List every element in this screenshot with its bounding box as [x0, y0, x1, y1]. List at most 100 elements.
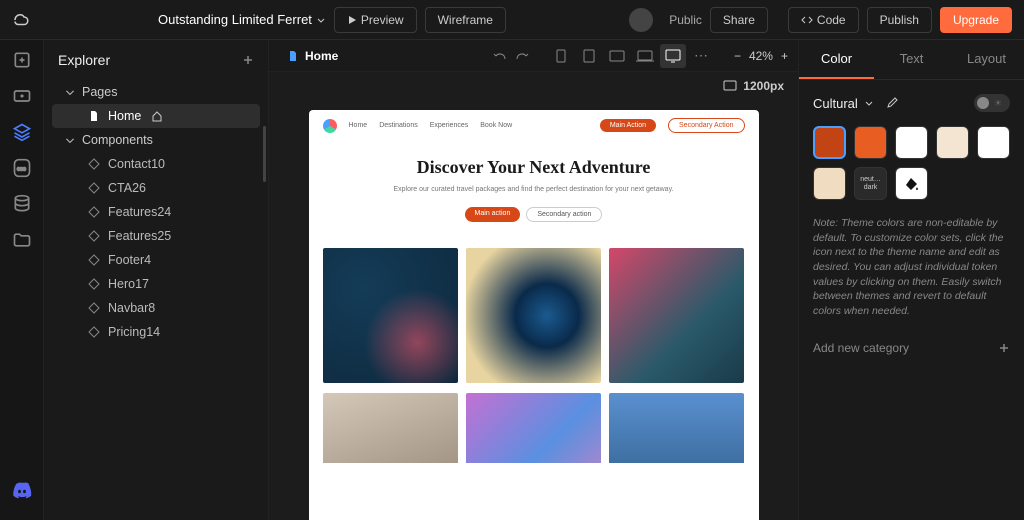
- page-icon: [88, 110, 100, 122]
- code-button[interactable]: Code: [788, 7, 859, 33]
- tab-layout[interactable]: Layout: [949, 40, 1024, 79]
- nav-link: Destinations: [379, 122, 418, 129]
- component-item[interactable]: CTA26: [44, 176, 268, 200]
- nav-link: Experiences: [430, 122, 469, 129]
- component-label: Hero17: [108, 277, 149, 291]
- tab-text[interactable]: Text: [874, 40, 949, 79]
- color-swatch[interactable]: [813, 126, 846, 159]
- theme-name-label: Cultural: [813, 96, 858, 111]
- zoom-controls: − 42% +: [734, 49, 788, 63]
- gallery-tile: [466, 248, 601, 383]
- light-mode-icon: ☀: [992, 97, 1004, 109]
- color-swatch[interactable]: [813, 167, 846, 200]
- light-dark-toggle[interactable]: ☀: [974, 94, 1010, 112]
- plus-icon: [998, 342, 1010, 354]
- theme-selector[interactable]: Cultural: [813, 96, 898, 111]
- color-swatch[interactable]: [977, 126, 1010, 159]
- avatar[interactable]: [629, 8, 653, 32]
- code-button-label: Code: [817, 13, 846, 27]
- folder-icon[interactable]: [12, 230, 32, 250]
- component-item[interactable]: Features25: [44, 224, 268, 248]
- zoom-in[interactable]: +: [781, 49, 788, 63]
- project-name-dropdown[interactable]: Outstanding Limited Ferret: [158, 12, 326, 27]
- discord-icon[interactable]: [11, 480, 33, 502]
- color-swatch[interactable]: [936, 126, 969, 159]
- component-item[interactable]: Hero17: [44, 272, 268, 296]
- share-button[interactable]: Share: [710, 7, 768, 33]
- nav-link: Home: [349, 122, 368, 129]
- theme-note: Note: Theme colors are non-editable by d…: [799, 204, 1024, 331]
- website-preview[interactable]: Home Destinations Experiences Book Now M…: [309, 110, 759, 520]
- preview-button-label: Preview: [361, 13, 404, 27]
- preview-button[interactable]: Preview: [334, 7, 417, 33]
- component-item[interactable]: Pricing14: [44, 320, 268, 344]
- scrollbar[interactable]: [263, 126, 266, 182]
- component-item[interactable]: Contact10: [44, 152, 268, 176]
- redo-icon[interactable]: [516, 49, 530, 63]
- add-icon[interactable]: [242, 54, 254, 66]
- tab-color[interactable]: Color: [799, 40, 874, 79]
- swatch-label: neut…: [860, 176, 881, 184]
- component-label: Contact10: [108, 157, 165, 171]
- device-more[interactable]: ⋯: [688, 44, 714, 68]
- page-item-home[interactable]: Home: [52, 104, 260, 128]
- home-icon: [151, 110, 163, 122]
- database-icon[interactable]: [12, 194, 32, 214]
- add-section-icon[interactable]: [12, 86, 32, 106]
- diamond-icon: [88, 158, 100, 170]
- neutral-dark-swatch[interactable]: neut… dark: [854, 167, 887, 200]
- color-swatch[interactable]: [895, 126, 928, 159]
- device-laptop[interactable]: [632, 44, 658, 68]
- pages-group[interactable]: Pages: [44, 80, 268, 104]
- zoom-out[interactable]: −: [734, 49, 741, 63]
- components-group[interactable]: Components: [44, 128, 268, 152]
- device-tablet-landscape[interactable]: [604, 44, 630, 68]
- project-name-label: Outstanding Limited Ferret: [158, 12, 312, 27]
- hero-main-btn: Main action: [465, 207, 521, 222]
- pencil-icon[interactable]: [886, 97, 898, 109]
- diamond-icon: [88, 326, 100, 338]
- hero-sub: Explore our curated travel packages and …: [339, 186, 729, 193]
- preview-main-action: Main Action: [600, 119, 656, 132]
- gallery-tile: [323, 248, 458, 383]
- diamond-icon: [88, 278, 100, 290]
- nav-link: Book Now: [480, 122, 512, 129]
- preview-gallery: [309, 238, 759, 383]
- gallery-tile: [466, 393, 601, 463]
- component-item[interactable]: Features24: [44, 200, 268, 224]
- hero-headline: Discover Your Next Adventure: [339, 157, 729, 178]
- svg-text:css: css: [17, 167, 26, 173]
- canvas-tab[interactable]: Home: [279, 45, 346, 67]
- component-label: Features24: [108, 205, 171, 219]
- zoom-value: 42%: [749, 49, 773, 63]
- explorer-panel: Explorer Pages Home Components Contact10…: [44, 40, 269, 520]
- component-label: Pricing14: [108, 325, 160, 339]
- play-icon: [347, 15, 357, 25]
- device-desktop[interactable]: [660, 44, 686, 68]
- right-panel: Color Text Layout Cultural ☀ neut…: [798, 40, 1024, 520]
- component-item[interactable]: Footer4: [44, 248, 268, 272]
- undo-icon[interactable]: [492, 49, 506, 63]
- pages-group-label: Pages: [82, 85, 117, 99]
- color-swatch[interactable]: [854, 126, 887, 159]
- layers-icon[interactable]: [12, 122, 32, 142]
- wireframe-button[interactable]: Wireframe: [425, 7, 506, 33]
- explorer-tree: Pages Home Components Contact10 CTA26 Fe…: [44, 80, 268, 520]
- component-item[interactable]: Navbar8: [44, 296, 268, 320]
- diamond-icon: [88, 206, 100, 218]
- component-label: CTA26: [108, 181, 146, 195]
- device-mobile[interactable]: [548, 44, 574, 68]
- publish-button[interactable]: Publish: [867, 7, 932, 33]
- device-tablet-portrait[interactable]: [576, 44, 602, 68]
- css-icon[interactable]: css: [12, 158, 32, 178]
- add-category-button[interactable]: Add new category: [799, 331, 1024, 365]
- add-page-icon[interactable]: [12, 50, 32, 70]
- chevron-down-icon: [64, 134, 76, 146]
- add-category-label: Add new category: [813, 341, 909, 355]
- upgrade-button[interactable]: Upgrade: [940, 7, 1012, 33]
- device-switcher: ⋯: [548, 44, 714, 68]
- breakpoint-value: 1200px: [743, 79, 784, 93]
- swatch-label: dark: [864, 184, 878, 192]
- fill-tool-swatch[interactable]: [895, 167, 928, 200]
- chevron-down-icon: [864, 98, 874, 108]
